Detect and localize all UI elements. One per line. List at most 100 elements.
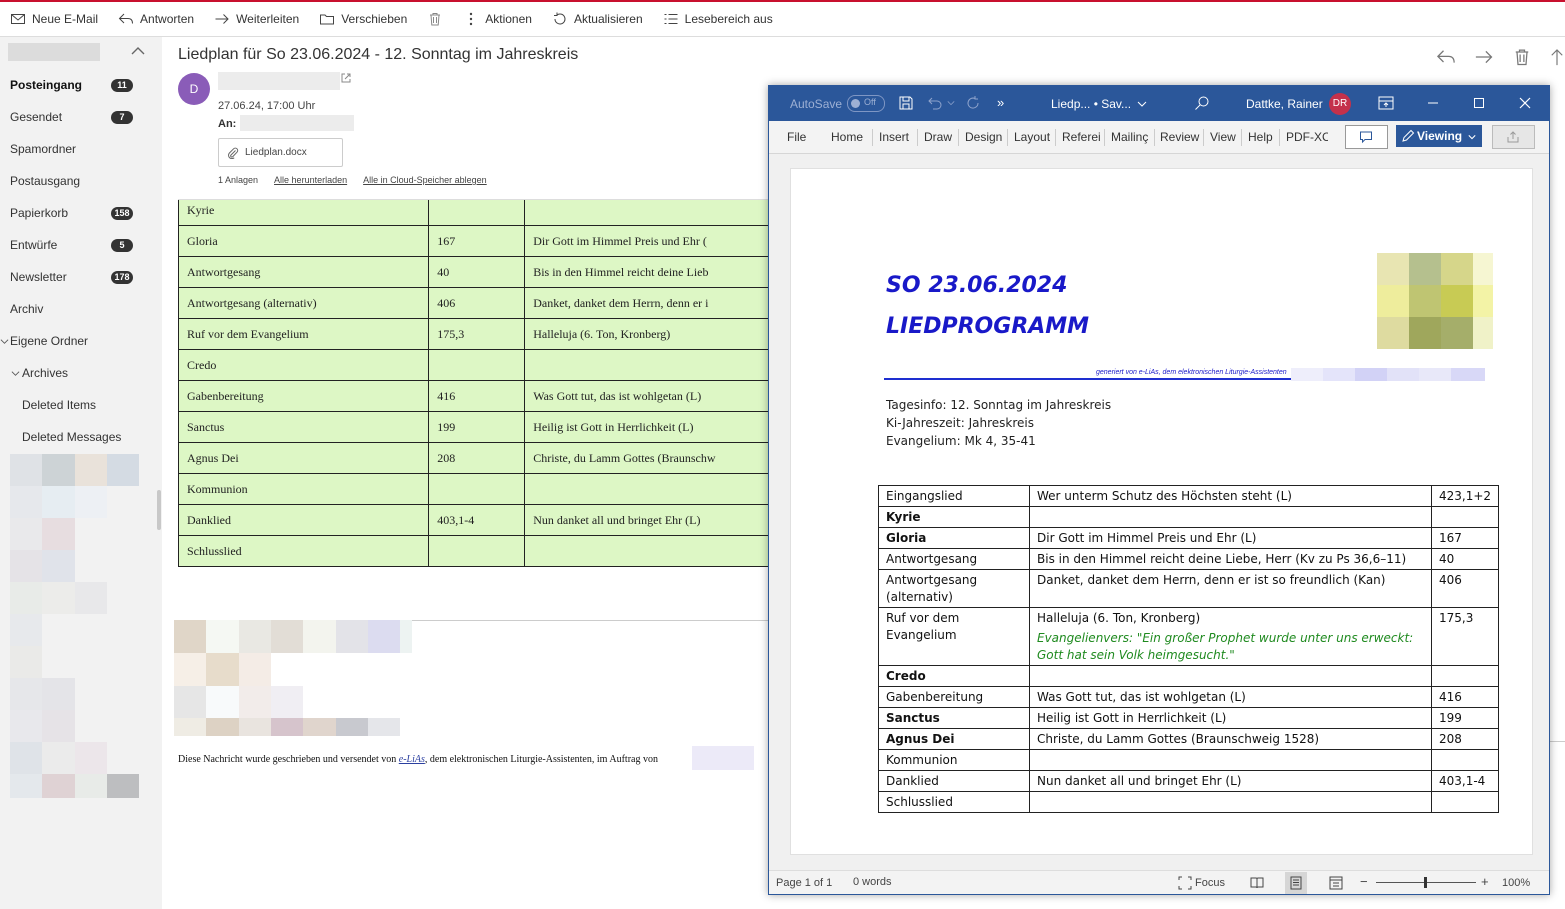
minimize-icon[interactable] (1426, 96, 1440, 110)
refresh-button[interactable]: Aktualisieren (542, 2, 653, 36)
chevron-up-icon[interactable] (130, 43, 146, 59)
web-layout-icon[interactable] (1329, 876, 1343, 890)
word-count[interactable]: 0 words (853, 876, 892, 888)
folder-sidebar: Posteingang 11 Gesendet 7 Spamordner Pos… (0, 37, 162, 909)
user-avatar[interactable]: DR (1329, 93, 1351, 115)
document-title[interactable]: Liedp... • Sav... (1051, 97, 1131, 111)
external-link-icon[interactable] (340, 72, 352, 84)
chevron-down-icon[interactable] (947, 99, 955, 107)
mail-footer-note: Diese Nachricht wurde geschrieben und ve… (178, 754, 658, 765)
table-cell-part: Gabenbereitung (178, 380, 430, 412)
doc-date-heading: SO 23.06.2024 (886, 273, 1068, 298)
attachment-chip[interactable]: Liedplan.docx (218, 138, 343, 167)
tab-pdf-xchange[interactable]: PDF-XC (1286, 130, 1328, 144)
tab-review[interactable]: Review (1160, 130, 1199, 144)
folder-newsletter[interactable]: Newsletter 178 (0, 261, 162, 293)
read-mode-icon[interactable] (1250, 876, 1264, 890)
folder-own-folders[interactable]: Eigene Ordner (0, 325, 162, 357)
tab-draw[interactable]: Draw (924, 130, 952, 144)
folder-sent[interactable]: Gesendet 7 (0, 101, 162, 133)
table-row: Credo (878, 665, 1500, 687)
folder-inbox[interactable]: Posteingang 11 (0, 69, 162, 101)
sidebar-scrollbar[interactable] (157, 490, 161, 530)
mail-scrollbar[interactable] (1548, 37, 1565, 909)
e-lias-link[interactable]: e-LiAs (399, 754, 425, 765)
folder-spam[interactable]: Spamordner (0, 133, 162, 165)
delete-button[interactable] (417, 2, 453, 36)
chevron-down-icon[interactable] (11, 369, 20, 378)
table-cell-num: 423,1+2 (1430, 485, 1500, 507)
table-cell-num: 167 (1430, 527, 1500, 549)
save-icon[interactable] (898, 95, 914, 111)
mail-body-table-viewport: Kyrie Gloria 167 Dir Gott im Himmel Preis u… (178, 200, 770, 600)
trash-icon[interactable] (1512, 47, 1532, 67)
move-button[interactable]: Verschieben (309, 2, 417, 36)
actions-label: Aktionen (485, 12, 532, 26)
tab-view[interactable]: View (1210, 130, 1236, 144)
reply-icon[interactable] (1436, 47, 1456, 67)
zoom-slider-thumb[interactable] (1424, 877, 1427, 888)
zoom-out-icon[interactable]: − (1360, 874, 1368, 889)
zoom-level[interactable]: 100% (1502, 877, 1530, 889)
new-mail-button[interactable]: Neue E-Mail (0, 2, 108, 36)
table-row: Agnus Dei 208 Christe, du Lamm Gottes (Bra… (178, 442, 770, 474)
sender-name-redacted (218, 72, 340, 90)
folder-label: Gesendet (10, 110, 63, 124)
mail-date: 27.06.24, 17:00 Uhr (218, 100, 316, 112)
tab-mailings[interactable]: Mailinç (1111, 130, 1152, 144)
zoom-in-icon[interactable]: + (1481, 874, 1489, 889)
download-all-link[interactable]: Alle herunterladen (274, 175, 347, 185)
actions-button[interactable]: Aktionen (453, 2, 542, 36)
folder-drafts[interactable]: Entwürfe 5 (0, 229, 162, 261)
folder-deleted-items[interactable]: Deleted Items (0, 389, 162, 421)
folder-outbox[interactable]: Postausgang (0, 165, 162, 197)
sender-avatar: D (178, 73, 210, 105)
folder-deleted-messages[interactable]: Deleted Messages (0, 421, 162, 453)
document-page[interactable]: SO 23.06.2024 LIEDPROGRAMM generiert von… (790, 168, 1533, 855)
print-layout-button[interactable] (1285, 872, 1307, 894)
doc-song-table: Eingangslied Wer unterm Schutz des Höchst… (878, 485, 1500, 813)
folder-archive[interactable]: Archiv (0, 293, 162, 325)
tab-design[interactable]: Design (965, 130, 1002, 144)
chevron-down-icon[interactable] (0, 337, 9, 346)
table-cell-title: Dir Gott im Himmel Preis und Ehr (L) (1029, 527, 1432, 549)
more-commands-icon[interactable]: » (997, 95, 1004, 110)
table-cell-part: Antwortgesang (alternativ) (178, 287, 430, 319)
tab-insert[interactable]: Insert (879, 130, 909, 144)
undo-icon[interactable] (927, 95, 943, 111)
song-title: Was Gott tut, das ist wohlgetan (L) (1037, 690, 1246, 704)
maximize-icon[interactable] (1472, 96, 1486, 110)
reply-button[interactable]: Antworten (108, 2, 204, 36)
comments-button[interactable] (1345, 125, 1388, 149)
forward-arrow-icon[interactable] (1474, 47, 1494, 67)
tab-references[interactable]: Referei (1062, 130, 1102, 144)
attachments-count: 1 Anlagen (218, 175, 259, 185)
search-icon[interactable] (1194, 95, 1210, 111)
chevron-down-icon[interactable] (1137, 99, 1147, 109)
viewing-mode-label: Viewing (1417, 129, 1463, 143)
table-row: Antwortgesang (alternativ) Danket, danket… (878, 569, 1500, 608)
table-cell-title: Wer unterm Schutz des Höchsten steht (L) (1029, 485, 1432, 507)
ribbon-display-icon[interactable] (1378, 96, 1394, 110)
viewing-mode-button[interactable]: Viewing (1396, 125, 1482, 147)
save-cloud-link[interactable]: Alle in Cloud-Speicher ablegen (363, 175, 487, 185)
table-cell-part: Antwortgesang (178, 256, 430, 288)
tab-layout[interactable]: Layout (1014, 130, 1050, 144)
close-icon[interactable] (1518, 96, 1532, 110)
folder-trash[interactable]: Papierkorb 158 (0, 197, 162, 229)
table-cell-title (1029, 749, 1432, 771)
reading-pane-button[interactable]: Lesebereich aus (653, 2, 783, 36)
tab-home[interactable]: Home (831, 130, 863, 144)
refresh-label: Aktualisieren (573, 12, 643, 26)
move-label: Verschieben (341, 12, 408, 26)
table-cell-num (1430, 749, 1500, 771)
forward-button[interactable]: Weiterleiten (204, 2, 309, 36)
share-button[interactable] (1492, 125, 1535, 149)
table-cell-part: Gloria (178, 225, 430, 257)
autosave-label: AutoSave (790, 97, 843, 111)
tab-help[interactable]: Help (1248, 130, 1273, 144)
autosave-toggle[interactable]: Off (847, 95, 885, 112)
folder-archives[interactable]: Archives (0, 357, 162, 389)
redo-icon[interactable] (965, 95, 981, 111)
tab-file[interactable]: File (787, 130, 806, 144)
